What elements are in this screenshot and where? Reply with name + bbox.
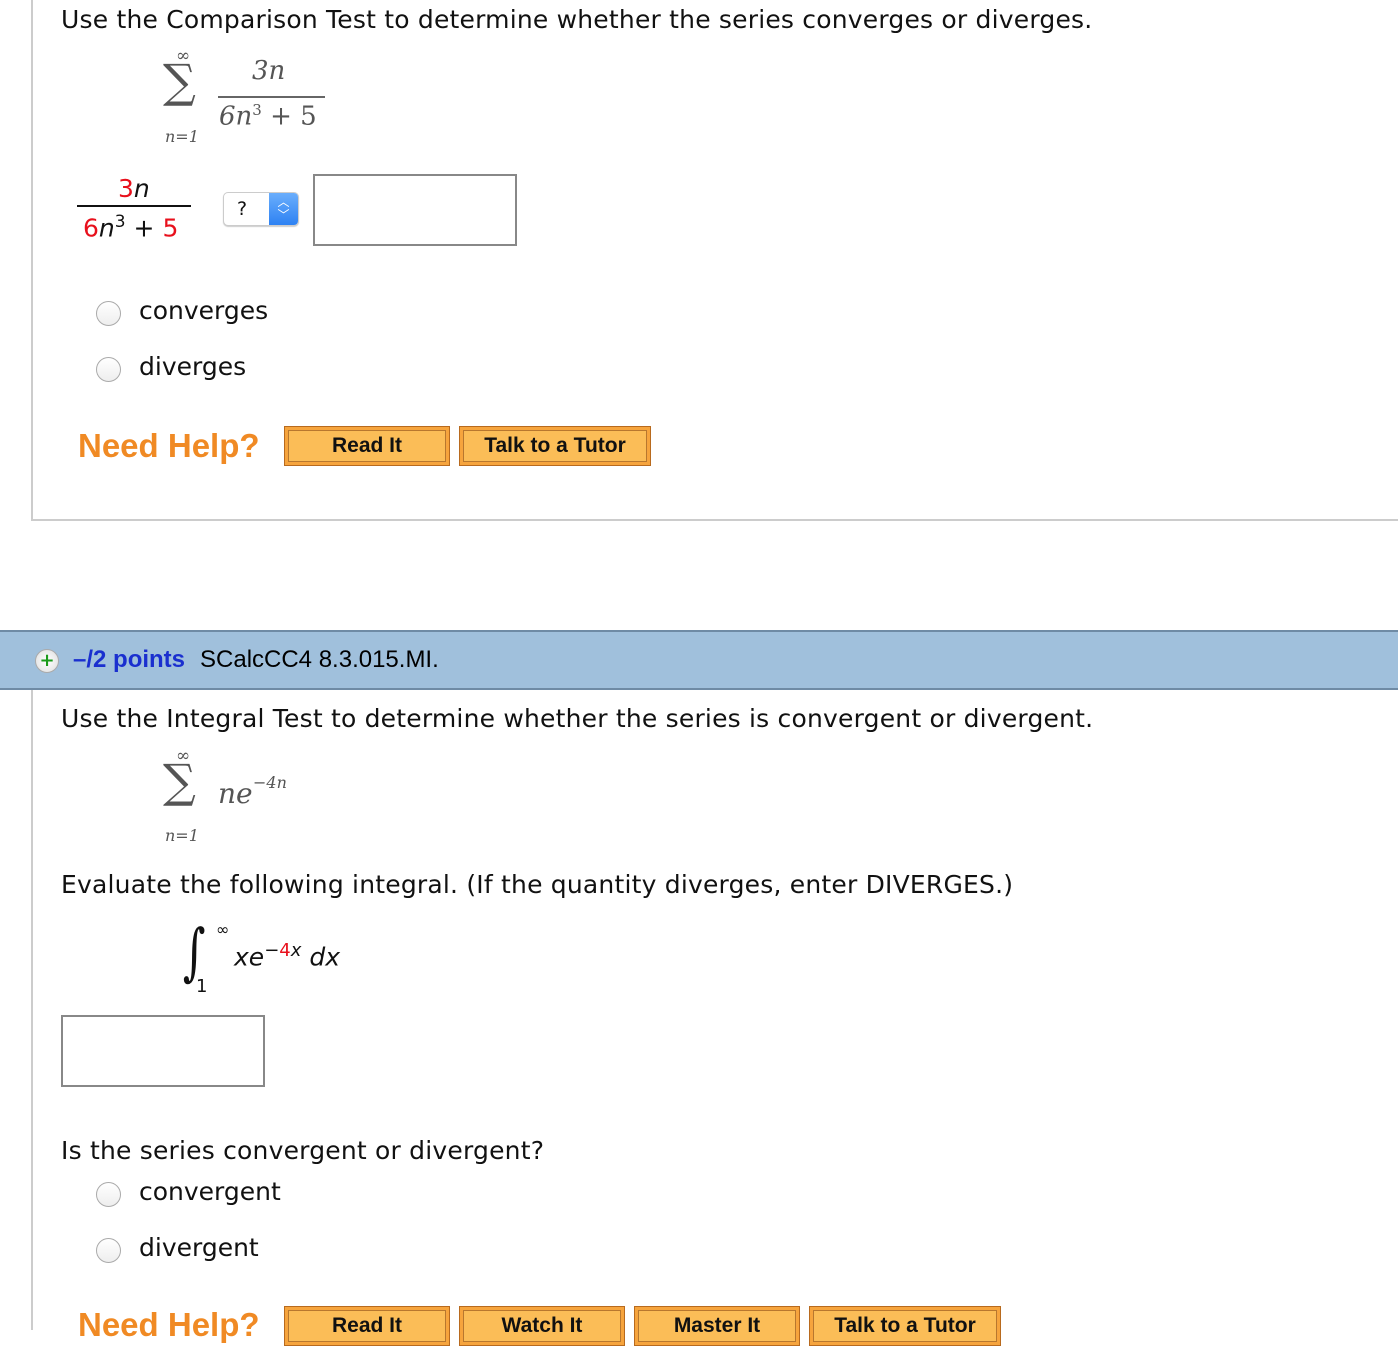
radio-label-convergent: convergent [139, 1177, 281, 1206]
read-it-label: Read It [288, 430, 446, 462]
question-code: SCalcCC4 8.3.015.MI. [200, 646, 439, 673]
radio-label-diverges: diverges [139, 352, 247, 381]
sum-numerator: 3n [252, 56, 286, 86]
term-numerator: 3n [118, 174, 150, 203]
question-2-header: + –/2 points SCalcCC4 8.3.015.MI. [0, 630, 1398, 690]
need-help-label: Need Help? [78, 427, 260, 464]
question-2-prompt: Use the Integral Test to determine wheth… [61, 704, 1094, 733]
sum-exponent: −4n [253, 773, 287, 792]
term-fraction-bar [77, 205, 191, 207]
read-it-label: Read It [288, 1310, 446, 1342]
exp-sign: − [264, 940, 280, 961]
chevron-updown-icon: ︿ ﹀ [269, 193, 298, 225]
read-it-button[interactable]: Read It [284, 426, 450, 466]
evaluate-instruction: Evaluate the following integral. (If the… [61, 870, 1014, 899]
talk-to-tutor-button-2[interactable]: Talk to a Tutor [809, 1306, 1001, 1346]
radio-convergent[interactable] [96, 1182, 121, 1207]
integrand-dx: dx [309, 942, 341, 972]
sigma-icon: ∑ [163, 754, 196, 808]
talk-to-tutor-button[interactable]: Talk to a Tutor [459, 426, 651, 466]
integrand-exponent: −4x [264, 940, 301, 961]
select-value: ? [237, 198, 248, 220]
exp-coef: 4 [279, 940, 291, 961]
panel-border-left [31, 0, 33, 521]
master-it-label: Master It [638, 1310, 796, 1342]
comparison-answer-input[interactable] [313, 174, 517, 246]
integral-lower: 1 [196, 976, 208, 997]
watch-it-button[interactable]: Watch It [459, 1306, 625, 1346]
sigma-icon: ∑ [163, 54, 196, 108]
sum-lower: n=1 [165, 826, 199, 845]
den-rest: + 5 [261, 101, 317, 132]
read-it-button-2[interactable]: Read It [284, 1306, 450, 1346]
panel-2-border-left [31, 690, 33, 1330]
fraction-bar [218, 96, 325, 98]
radio-label-converges: converges [139, 296, 269, 325]
question-1-prompt: Use the Comparison Test to determine whe… [61, 5, 1093, 34]
den-coef: 6 [83, 213, 99, 243]
talk-to-tutor-label: Talk to a Tutor [813, 1310, 997, 1342]
sum-term: ne [218, 777, 253, 810]
den-base: 6n [219, 101, 253, 132]
points-label: –/2 points [73, 646, 186, 673]
radio-converges[interactable] [96, 301, 121, 326]
exp-var: x [290, 940, 302, 961]
sum-denominator: 6n3 + 5 [219, 101, 317, 132]
den-plus: + [125, 213, 163, 243]
talk-to-tutor-label: Talk to a Tutor [463, 430, 647, 462]
den-exp: 3 [114, 212, 126, 232]
integral-answer-input[interactable] [61, 1015, 265, 1087]
comparison-select[interactable]: ? ︿ ﹀ [223, 192, 299, 226]
integrand-base: xe [234, 942, 265, 972]
master-it-button[interactable]: Master It [634, 1306, 800, 1346]
need-help-label-2: Need Help? [78, 1306, 260, 1343]
integral-upper: ∞ [216, 920, 230, 939]
num-coef: 3 [118, 174, 134, 203]
radio-divergent[interactable] [96, 1238, 121, 1263]
expand-plus-icon[interactable]: + [35, 649, 59, 673]
num-var: n [133, 174, 150, 203]
den-exp: 3 [252, 101, 262, 119]
panel-border-bottom [31, 519, 1398, 521]
sum-lower: n=1 [165, 127, 199, 146]
den-const: 5 [162, 213, 179, 243]
den-var: n [98, 213, 115, 243]
term-denominator: 6n3 + 5 [83, 212, 178, 242]
integrand: xe−4x dx [234, 940, 340, 971]
convergence-question: Is the series convergent or divergent? [61, 1136, 545, 1165]
watch-it-label: Watch It [463, 1310, 621, 1342]
radio-diverges[interactable] [96, 357, 121, 382]
radio-label-divergent: divergent [139, 1233, 259, 1262]
